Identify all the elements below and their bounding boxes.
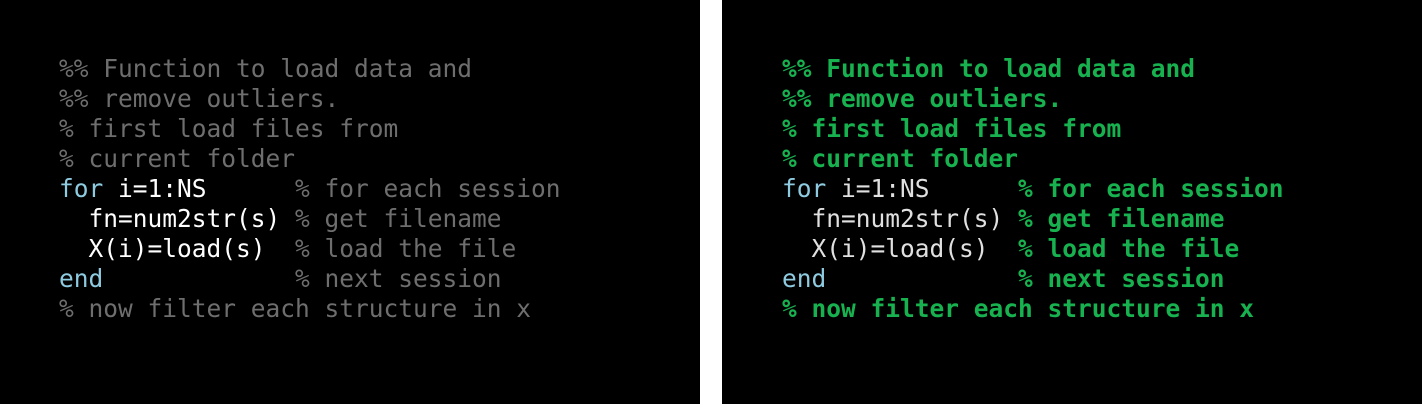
code-text: fn=num2str(s): [59, 204, 296, 233]
code-text: i=1:NS: [103, 174, 296, 203]
code-line: % current folder: [782, 144, 1284, 174]
code-keyword: for: [59, 174, 104, 203]
code-keyword: end: [782, 264, 827, 293]
code-text: fn=num2str(s): [782, 204, 1019, 233]
code-comment: % next session: [295, 264, 502, 293]
code-text: i=1:NS: [826, 174, 1019, 203]
code-block-right: %% Function to load data and%% remove ou…: [782, 54, 1284, 324]
code-comment: % current folder: [782, 144, 1019, 173]
code-line: %% Function to load data and: [782, 54, 1284, 84]
code-line: % first load files from: [782, 114, 1284, 144]
code-line: % current folder: [59, 144, 561, 174]
code-block-left: %% Function to load data and%% remove ou…: [59, 54, 561, 324]
code-line: % now filter each structure in x: [782, 294, 1284, 324]
code-line: fn=num2str(s) % get filename: [59, 204, 561, 234]
code-keyword: for: [782, 174, 827, 203]
code-comment: % now filter each structure in x: [782, 294, 1255, 323]
code-comment: % get filename: [1018, 204, 1225, 233]
code-line: end % next session: [59, 264, 561, 294]
code-line: X(i)=load(s) % load the file: [782, 234, 1284, 264]
code-comment: %% remove outliers.: [782, 84, 1063, 113]
code-text: X(i)=load(s): [59, 234, 296, 263]
code-line: end % next session: [782, 264, 1284, 294]
code-panel-highlighted-comments: %% Function to load data and%% remove ou…: [722, 0, 1422, 404]
code-line: % now filter each structure in x: [59, 294, 561, 324]
code-comment: %% Function to load data and: [59, 54, 473, 83]
code-line: fn=num2str(s) % get filename: [782, 204, 1284, 234]
code-line: %% remove outliers.: [782, 84, 1284, 114]
code-line: X(i)=load(s) % load the file: [59, 234, 561, 264]
code-text: X(i)=load(s): [782, 234, 1019, 263]
code-comment: % now filter each structure in x: [59, 294, 532, 323]
code-keyword: end: [59, 264, 104, 293]
code-comment: % load the file: [1018, 234, 1240, 263]
code-line: % first load files from: [59, 114, 561, 144]
code-comment: % for each session: [1018, 174, 1284, 203]
code-comment: % for each session: [295, 174, 561, 203]
code-panel-default-comments: %% Function to load data and%% remove ou…: [0, 0, 700, 404]
code-comment: % load the file: [295, 234, 517, 263]
code-line: for i=1:NS % for each session: [782, 174, 1284, 204]
code-comment: % get filename: [295, 204, 502, 233]
code-comment: % current folder: [59, 144, 296, 173]
code-line: %% Function to load data and: [59, 54, 561, 84]
screenshot-canvas: %% Function to load data and%% remove ou…: [0, 0, 1422, 404]
code-line: %% remove outliers.: [59, 84, 561, 114]
code-comment: % first load files from: [59, 114, 399, 143]
code-comment: %% remove outliers.: [59, 84, 340, 113]
code-comment: % first load files from: [782, 114, 1122, 143]
code-comment: % next session: [1018, 264, 1225, 293]
code-comment: %% Function to load data and: [782, 54, 1196, 83]
code-line: for i=1:NS % for each session: [59, 174, 561, 204]
